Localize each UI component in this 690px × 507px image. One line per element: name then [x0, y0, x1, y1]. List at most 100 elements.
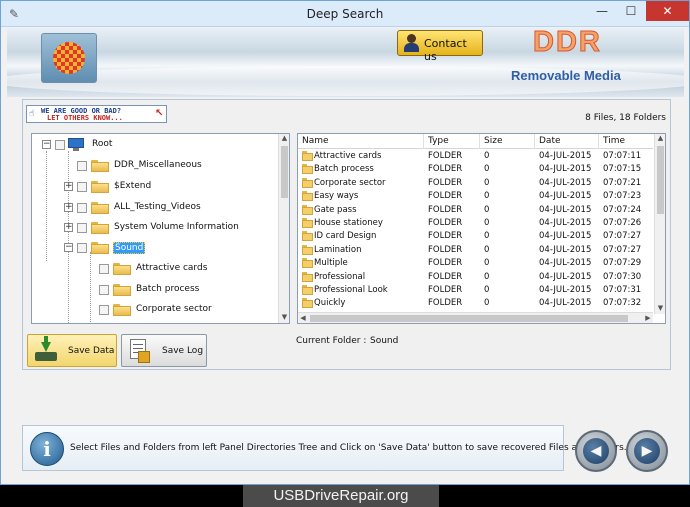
scroll-down-icon[interactable]: ▼: [656, 304, 665, 314]
folder-icon: [302, 218, 313, 228]
watermark: USBDriveRepair.org: [243, 485, 439, 507]
table-row[interactable]: Gate pass FOLDER 0 04-JUL-2015 07:07:24: [298, 204, 653, 217]
checkbox[interactable]: [77, 223, 87, 233]
cell-size: 0: [484, 271, 490, 282]
collapse-toggle[interactable]: −: [42, 140, 51, 149]
scroll-up-icon[interactable]: ▲: [656, 134, 665, 144]
checkbox[interactable]: [55, 140, 65, 150]
folder-icon: [302, 151, 313, 161]
tree-node[interactable]: DDR_Miscellaneous: [64, 158, 284, 174]
file-list[interactable]: Name Type Size Date Time Attractive card…: [297, 133, 666, 324]
tree-node-label-selected: Sound: [113, 242, 146, 254]
folder-icon: [91, 181, 109, 193]
table-row[interactable]: Professional Look FOLDER 0 04-JUL-2015 07:07…: [298, 284, 653, 297]
cell-time: 07:07:29: [603, 258, 642, 269]
directory-tree[interactable]: − Root DDR_Miscellaneous + $Extend + ALL…: [31, 133, 290, 324]
cell-time: 07:07:15: [603, 164, 642, 175]
folder-icon: [302, 191, 313, 202]
scroll-down-icon[interactable]: ▼: [280, 313, 289, 323]
tree-node[interactable]: + System Volume Information: [64, 220, 284, 236]
tree-node-sound[interactable]: − Sound: [64, 240, 284, 256]
tree-guide: [68, 151, 69, 323]
feedback-banner[interactable]: ☝ WE ARE GOOD OR BAD? LET OTHERS KNOW...…: [26, 105, 167, 123]
tree-node[interactable]: + $Extend: [64, 179, 284, 195]
column-header-type[interactable]: Type: [424, 134, 480, 149]
table-row[interactable]: Attractive cards FOLDER 0 04-JUL-2015 07:07:…: [298, 150, 653, 163]
instruction-text: Select Files and Folders from left Panel…: [70, 443, 627, 453]
maximize-button[interactable]: ☐: [618, 1, 644, 21]
cell-type: FOLDER: [428, 151, 463, 161]
cell-size: 0: [484, 244, 490, 255]
cell-date: 04-JUL-2015: [539, 191, 592, 202]
column-header-name[interactable]: Name: [298, 134, 424, 149]
checkbox[interactable]: [77, 243, 87, 253]
column-header-time[interactable]: Time: [599, 134, 653, 149]
tree-node-label: Corporate sector: [136, 304, 212, 314]
cell-date: 04-JUL-2015: [539, 204, 592, 215]
tree-node[interactable]: Batch process: [86, 282, 276, 298]
scroll-right-icon[interactable]: ▶: [643, 313, 653, 323]
back-button[interactable]: ◀: [575, 430, 617, 472]
cell-type: FOLDER: [428, 191, 463, 202]
main-panel: ☝ WE ARE GOOD OR BAD? LET OTHERS KNOW...…: [22, 99, 671, 370]
tree-node-label: $Extend: [114, 181, 152, 191]
tree-node[interactable]: Corporate sector: [86, 302, 276, 318]
cell-type: FOLDER: [428, 244, 463, 255]
brand-logo: DDR: [533, 28, 602, 59]
cell-time: 07:07:11: [603, 151, 642, 161]
scroll-up-icon[interactable]: ▲: [280, 134, 289, 144]
expand-toggle[interactable]: +: [64, 182, 73, 191]
list-hscrollbar[interactable]: ◀ ▶: [298, 312, 653, 323]
checkbox[interactable]: [99, 264, 109, 274]
minimize-button[interactable]: —: [589, 1, 615, 21]
tree-node[interactable]: + ALL_Testing_Videos: [64, 200, 284, 216]
cell-size: 0: [484, 164, 490, 175]
cell-type: FOLDER: [428, 231, 463, 242]
next-button[interactable]: ▶: [626, 430, 668, 472]
app-logo: [41, 33, 97, 83]
table-row[interactable]: ID card Design FOLDER 0 04-JUL-2015 07:07:27: [298, 230, 653, 243]
tree-node[interactable]: Attractive cards: [86, 261, 276, 277]
scrollbar-thumb[interactable]: [281, 146, 288, 198]
tree-guide: [46, 151, 47, 261]
table-row[interactable]: Lamination FOLDER 0 04-JUL-2015 07:07:27: [298, 244, 653, 257]
cell-name: Corporate sector: [314, 177, 386, 188]
list-vscrollbar[interactable]: ▲ ▼: [654, 134, 665, 314]
save-data-button[interactable]: Save Data: [27, 334, 117, 367]
folder-icon: [302, 231, 313, 242]
column-header-size[interactable]: Size: [480, 134, 535, 149]
cell-time: 07:07:21: [603, 177, 642, 188]
feedback-line2: LET OTHERS KNOW...: [47, 114, 123, 122]
scroll-left-icon[interactable]: ◀: [298, 313, 308, 323]
table-row[interactable]: Quickly FOLDER 0 04-JUL-2015 07:07:32: [298, 297, 653, 310]
checkbox[interactable]: [77, 203, 87, 213]
checkbox[interactable]: [99, 305, 109, 315]
tree-node-root[interactable]: − Root: [42, 137, 242, 153]
cell-date: 04-JUL-2015: [539, 285, 592, 295]
folder-icon: [91, 222, 109, 234]
tree-node-label: Attractive cards: [136, 263, 208, 273]
table-row[interactable]: Corporate sector FOLDER 0 04-JUL-2015 07:07:…: [298, 177, 653, 190]
scrollbar-thumb[interactable]: [310, 315, 628, 322]
scrollbar-thumb[interactable]: [657, 146, 664, 214]
table-row[interactable]: Multiple FOLDER 0 04-JUL-2015 07:07:29: [298, 257, 653, 270]
tree-scrollbar[interactable]: ▲ ▼: [278, 134, 289, 323]
table-row[interactable]: Professional FOLDER 0 04-JUL-2015 07:07:30: [298, 271, 653, 284]
table-row[interactable]: Easy ways FOLDER 0 04-JUL-2015 07:07:23: [298, 190, 653, 203]
product-name: Removable Media: [511, 68, 621, 83]
contact-us-button[interactable]: Contact us: [397, 30, 483, 63]
cell-size: 0: [484, 191, 490, 202]
close-button[interactable]: ✕: [646, 1, 689, 21]
checkbox[interactable]: [77, 182, 87, 192]
checkbox[interactable]: [77, 161, 87, 171]
cell-name: Professional Look: [314, 285, 388, 295]
table-row[interactable]: House stationey FOLDER 0 04-JUL-2015 07:07:2…: [298, 217, 653, 230]
checkbox[interactable]: [99, 285, 109, 295]
collapse-toggle[interactable]: −: [64, 243, 73, 252]
cell-type: FOLDER: [428, 258, 463, 269]
save-log-button[interactable]: Save Log: [121, 334, 207, 367]
expand-toggle[interactable]: +: [64, 203, 73, 212]
column-header-date[interactable]: Date: [535, 134, 599, 149]
table-row[interactable]: Batch process FOLDER 0 04-JUL-2015 07:07:15: [298, 163, 653, 176]
expand-toggle[interactable]: +: [64, 223, 73, 232]
